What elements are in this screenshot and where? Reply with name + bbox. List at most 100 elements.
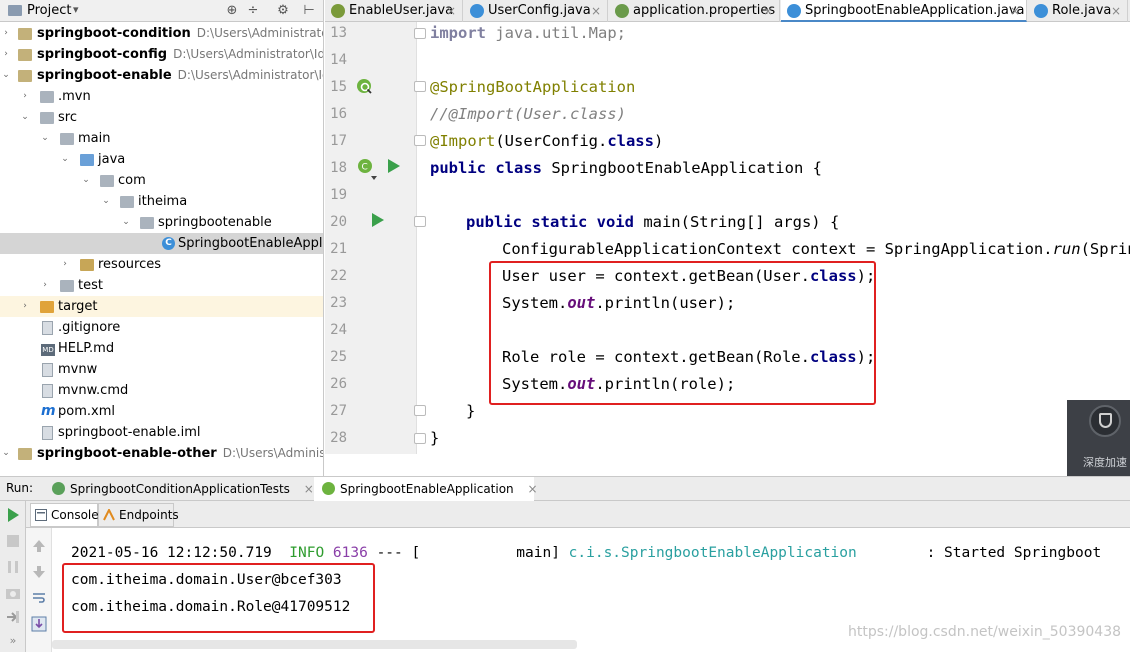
- tree-item-springboot-config[interactable]: › springboot-config D:\Users\Administrato…: [0, 44, 323, 65]
- console-tab[interactable]: Console: [30, 503, 99, 527]
- editor-tab-application-properties[interactable]: application.properties ×: [609, 0, 780, 22]
- tree-item-java[interactable]: ⌄ java: [0, 149, 323, 170]
- endpoints-tab[interactable]: Endpoints: [98, 503, 179, 527]
- collapse-arrow-icon[interactable]: ⌄: [80, 170, 92, 191]
- collapse-arrow-icon[interactable]: ⌄: [39, 128, 51, 149]
- more-icon[interactable]: »: [5, 633, 21, 649]
- tree-item-itheima[interactable]: ⌄ itheima: [0, 191, 323, 212]
- scroll-to-end-icon[interactable]: [31, 616, 47, 632]
- highlight-box-code: [489, 261, 876, 405]
- close-icon[interactable]: ×: [763, 0, 773, 22]
- project-view-dropdown-icon[interactable]: ▾: [73, 3, 79, 16]
- login-exit-icon[interactable]: [5, 609, 21, 625]
- tree-item-com[interactable]: ⌄ com: [0, 170, 323, 191]
- run-tab-label: SpringbootConditionApplicationTests: [70, 482, 290, 496]
- fold-marker-icon[interactable]: [414, 81, 426, 92]
- scroll-down-icon[interactable]: [31, 564, 47, 580]
- tree-item-help-md[interactable]: MD HELP.md: [0, 338, 323, 359]
- annotation-file-icon: [331, 4, 345, 18]
- fold-marker-icon[interactable]: [414, 405, 426, 416]
- svg-text:C: C: [362, 163, 368, 173]
- collapse-all-icon[interactable]: ÷: [245, 2, 261, 19]
- fold-marker-icon[interactable]: [414, 216, 426, 227]
- tree-item-mvn[interactable]: › .mvn: [0, 86, 323, 107]
- close-icon[interactable]: ×: [446, 0, 456, 22]
- tree-item-springboot-enable[interactable]: ⌄ springboot-enable D:\Users\Administrato…: [0, 65, 323, 86]
- test-run-icon: [52, 482, 65, 495]
- pause-icon[interactable]: [5, 559, 21, 575]
- tree-item-target[interactable]: › target: [0, 296, 323, 317]
- close-icon[interactable]: ×: [304, 482, 314, 496]
- tree-item-label: main: [78, 131, 111, 146]
- accelerator-widget[interactable]: 深度加速: [1067, 400, 1130, 482]
- collapse-arrow-icon[interactable]: ⌄: [59, 149, 71, 170]
- expand-arrow-icon[interactable]: ›: [0, 44, 12, 65]
- settings-gear-icon[interactable]: ⚙: [275, 2, 291, 19]
- scroll-up-icon[interactable]: [31, 538, 47, 554]
- tree-item-test[interactable]: › test: [0, 275, 323, 296]
- collapse-arrow-icon[interactable]: ⌄: [100, 191, 112, 212]
- close-icon[interactable]: ×: [591, 0, 601, 22]
- editor-tab-role[interactable]: Role.java ×: [1028, 0, 1128, 22]
- fold-marker-icon[interactable]: [414, 28, 426, 39]
- code-editor[interactable]: 13 14 15 16 17 18 19 20 21 22 23 24 25 2…: [325, 22, 1130, 454]
- editor-tab-springbootenableapplication[interactable]: SpringbootEnableApplication.java ×: [781, 0, 1027, 22]
- project-view-title[interactable]: Project: [27, 3, 71, 18]
- editor-tab-label: Role.java: [1052, 3, 1112, 18]
- expand-arrow-icon[interactable]: ›: [19, 86, 31, 107]
- tree-item-gitignore[interactable]: .gitignore: [0, 317, 323, 338]
- close-icon[interactable]: ×: [527, 482, 537, 496]
- collapse-arrow-icon[interactable]: ⌄: [0, 65, 12, 86]
- tree-item-label: target: [58, 299, 98, 314]
- camera-dump-icon[interactable]: [5, 585, 21, 601]
- expand-arrow-icon[interactable]: ›: [19, 296, 31, 317]
- editor-tab-userconfig[interactable]: UserConfig.java ×: [464, 0, 608, 22]
- line-number: 16: [330, 106, 347, 122]
- shield-icon[interactable]: [1089, 405, 1121, 437]
- line-number: 25: [330, 349, 347, 365]
- console-tab-label: Console: [51, 508, 99, 522]
- run-tab-condition-tests[interactable]: SpringbootConditionApplicationTests ×: [44, 477, 314, 501]
- soft-wrap-icon[interactable]: [31, 590, 47, 606]
- scroll-from-source-icon[interactable]: ⊕: [224, 2, 240, 19]
- rerun-icon[interactable]: [5, 507, 21, 523]
- stop-icon[interactable]: [5, 533, 21, 549]
- close-icon[interactable]: ×: [1111, 0, 1121, 22]
- collapse-arrow-icon[interactable]: ⌄: [120, 212, 132, 233]
- expand-arrow-icon[interactable]: ›: [39, 275, 51, 296]
- tree-item-mvnw-cmd[interactable]: mvnw.cmd: [0, 380, 323, 401]
- fold-marker-icon[interactable]: [414, 433, 426, 444]
- close-icon[interactable]: ×: [1010, 0, 1020, 22]
- spring-bean-config-icon[interactable]: C: [355, 157, 377, 183]
- fold-marker-icon[interactable]: [414, 135, 426, 146]
- tree-item-path: D:\Users\Administrator\Id: [196, 26, 323, 40]
- tree-item-pom-xml[interactable]: m pom.xml: [0, 401, 323, 422]
- java-class-icon: C: [162, 237, 175, 250]
- expand-arrow-icon[interactable]: ›: [59, 254, 71, 275]
- tree-item-mvnw[interactable]: mvnw: [0, 359, 323, 380]
- code-line-17: @Import(UserConfig.class): [430, 132, 664, 150]
- console-side-toolbar: [26, 528, 52, 652]
- spring-bean-icon[interactable]: [355, 77, 375, 97]
- tree-item-springboot-condition[interactable]: › springboot-condition D:\Users\Administr…: [0, 23, 323, 44]
- tree-item-springbootenable[interactable]: ⌄ springbootenable: [0, 212, 323, 233]
- tree-item-iml[interactable]: springboot-enable.iml: [0, 422, 323, 443]
- tree-item-springboot-enable-other[interactable]: ⌄ springboot-enable-other D:\Users\Admini…: [0, 443, 323, 464]
- tree-item-springbootenableapplication[interactable]: C SpringbootEnableApplication: [0, 233, 323, 254]
- collapse-arrow-icon[interactable]: ⌄: [0, 443, 12, 464]
- hide-panel-icon[interactable]: ⊢: [301, 2, 317, 19]
- run-gutter-icon[interactable]: [371, 212, 385, 228]
- expand-arrow-icon[interactable]: ›: [0, 23, 12, 44]
- properties-file-icon: [615, 4, 629, 18]
- collapse-arrow-icon[interactable]: ⌄: [19, 107, 31, 128]
- tree-item-label: src: [58, 110, 77, 125]
- run-gutter-icon[interactable]: [387, 158, 401, 174]
- editor-tab-enableuser[interactable]: EnableUser.java ×: [325, 0, 463, 22]
- tree-item-resources[interactable]: › resources: [0, 254, 323, 275]
- run-tab-enable-application[interactable]: SpringbootEnableApplication ×: [314, 477, 538, 501]
- tree-item-path: D:\Users\Administrato: [222, 446, 323, 460]
- tree-item-src[interactable]: ⌄ src: [0, 107, 323, 128]
- horizontal-scrollbar[interactable]: [52, 640, 577, 649]
- code-line-20: public static void main(String[] args) {: [466, 213, 840, 231]
- tree-item-main[interactable]: ⌄ main: [0, 128, 323, 149]
